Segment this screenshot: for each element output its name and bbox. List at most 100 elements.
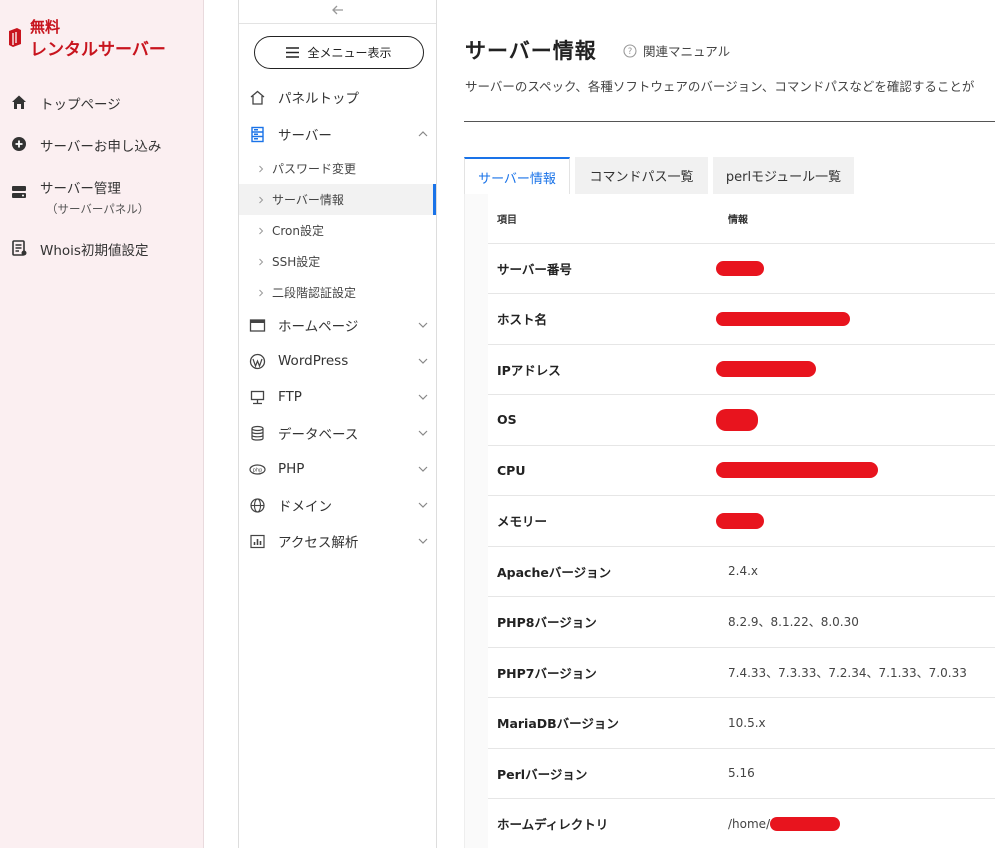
sub-item-server-info[interactable]: サーバー情報 xyxy=(239,184,436,215)
row-label: IPアドレス xyxy=(488,344,719,395)
row-label: Apacheバージョン xyxy=(488,546,719,597)
table-row: サーバー番号 xyxy=(488,243,995,294)
row-label: ホスト名 xyxy=(488,293,719,345)
column-header-item: 項目 xyxy=(488,194,719,244)
chevron-down-icon xyxy=(418,394,428,400)
row-label: MariaDBバージョン xyxy=(488,697,719,749)
divider xyxy=(239,23,436,24)
server-rack-icon xyxy=(251,126,264,142)
logo-line1: 無料 xyxy=(30,18,61,36)
row-label: Perlバージョン xyxy=(488,748,719,799)
nav-item-label: サーバー xyxy=(278,128,332,144)
plus-circle-icon xyxy=(12,137,26,151)
nav-item-access-analysis[interactable]: アクセス解析 xyxy=(249,531,431,551)
help-circle-icon: ? xyxy=(623,43,637,58)
nav-item-label: アクセス解析 xyxy=(278,535,359,551)
brand-nav-server-admin[interactable]: サーバー管理 （サーバーパネル） xyxy=(10,177,149,217)
redaction-mark xyxy=(716,408,758,431)
chevron-right-icon xyxy=(259,196,264,203)
divider xyxy=(464,121,995,122)
chevron-down-icon xyxy=(418,322,428,328)
globe-icon xyxy=(250,497,265,513)
svg-text:?: ? xyxy=(628,47,633,57)
arrow-left-icon[interactable] xyxy=(330,2,346,18)
home-outline-icon xyxy=(250,90,265,105)
row-value: 7.4.33、7.3.33、7.2.34、7.1.33、7.0.33 xyxy=(728,665,967,680)
hamburger-icon xyxy=(286,47,300,58)
sub-item-two-factor[interactable]: 二段階認証設定 xyxy=(239,277,436,308)
table-row: IPアドレス xyxy=(488,344,995,395)
nav-item-label: PHP xyxy=(278,461,305,477)
chevron-down-icon xyxy=(418,466,428,472)
row-value-cell: /home/ xyxy=(719,798,995,848)
server-icon xyxy=(12,186,26,198)
row-value: 10.5.x xyxy=(728,715,766,730)
row-value-cell: 10.5.x xyxy=(719,697,995,749)
browser-window-icon xyxy=(249,318,266,332)
row-value: 2.4.x xyxy=(728,564,758,579)
redaction-mark xyxy=(716,361,816,378)
brand-nav-label: Whois初期値設定 xyxy=(40,243,149,259)
nav-item-panel-top[interactable]: パネルトップ xyxy=(249,87,431,107)
row-value-cell xyxy=(716,243,995,294)
row-label: PHP7バージョン xyxy=(488,647,719,698)
nav-item-label: ドメイン xyxy=(278,499,332,515)
row-value-cell xyxy=(716,344,995,395)
table-row: PHP7バージョン 7.4.33、7.3.33、7.2.34、7.1.33、7.0… xyxy=(488,647,995,698)
wordpress-icon xyxy=(249,353,266,369)
redaction-mark xyxy=(770,817,841,831)
nav-item-wordpress[interactable]: WordPress xyxy=(249,351,431,371)
nav-item-label: ホームページ xyxy=(278,319,359,335)
row-value-cell: 5.16 xyxy=(719,748,995,799)
row-value-cell xyxy=(716,394,995,446)
nav-item-ftp[interactable]: FTP xyxy=(249,387,431,407)
nav-item-homepage[interactable]: ホームページ xyxy=(249,315,431,335)
related-manual-label: 関連マニュアル xyxy=(643,44,731,59)
sub-item-label: パスワード変更 xyxy=(272,162,357,176)
logo[interactable]: 無料 レンタルサーバー xyxy=(8,16,166,62)
home-icon xyxy=(12,95,26,109)
nav-item-server[interactable]: サーバー xyxy=(249,124,431,144)
table-row: メモリー xyxy=(488,495,995,547)
related-manual-link[interactable]: ? 関連マニュアル xyxy=(623,41,730,60)
nav-item-php[interactable]: php PHP xyxy=(249,459,431,479)
bar-chart-icon xyxy=(250,534,265,548)
chevron-down-icon xyxy=(418,430,428,436)
brand-nav-whois[interactable]: Whois初期値設定 xyxy=(10,239,148,259)
brand-nav-top-page[interactable]: トップページ xyxy=(10,93,121,113)
panel-nav: 全メニュー表示 パネルトップ サーバー パスワード変更 サーバー情報 Cron設… xyxy=(238,0,437,848)
tab-command-path[interactable]: コマンドパス一覧 xyxy=(575,157,708,194)
tab-perl-modules[interactable]: perlモジュール一覧 xyxy=(713,157,854,194)
nav-item-database[interactable]: データベース xyxy=(249,423,431,443)
tab-server-info[interactable]: サーバー情報 xyxy=(464,157,570,195)
chevron-down-icon xyxy=(418,502,428,508)
table-row: ホスト名 xyxy=(488,293,995,345)
row-value-cell xyxy=(716,293,995,345)
sub-item-password-change[interactable]: パスワード変更 xyxy=(239,153,436,184)
monitor-network-icon xyxy=(250,390,265,404)
table-row: PHP8バージョン 8.2.9、8.1.22、8.0.30 xyxy=(488,596,995,648)
brand-nav-label: トップページ xyxy=(40,97,121,113)
row-value-cell xyxy=(716,495,995,547)
nav-item-domain[interactable]: ドメイン xyxy=(249,495,431,515)
table-row: ホームディレクトリ/home/ xyxy=(488,798,995,848)
nav-item-label: データベース xyxy=(278,427,359,443)
sub-item-cron[interactable]: Cron設定 xyxy=(239,215,436,246)
redaction-mark xyxy=(716,312,850,326)
sub-item-label: SSH設定 xyxy=(272,255,321,269)
page-title: サーバー情報 xyxy=(465,39,597,63)
brand-sidebar: 無料 レンタルサーバー トップページ サーバーお申し込み サーバー管理 （サーバ… xyxy=(0,0,204,848)
brand-nav-sublabel: （サーバーパネル） xyxy=(46,202,150,216)
sub-item-label: サーバー情報 xyxy=(272,193,344,207)
table-row: CPU xyxy=(488,445,995,496)
nav-item-label: WordPress xyxy=(278,353,349,369)
row-label: CPU xyxy=(488,445,719,496)
brand-nav-order[interactable]: サーバーお申し込み xyxy=(10,135,161,155)
row-label: サーバー番号 xyxy=(488,243,719,294)
all-menu-button[interactable]: 全メニュー表示 xyxy=(254,36,424,69)
chevron-right-icon xyxy=(259,227,264,234)
logo-line2: レンタルサーバー xyxy=(30,40,166,60)
sub-item-ssh[interactable]: SSH設定 xyxy=(239,246,436,277)
redaction-mark xyxy=(716,512,764,529)
brand-nav-label: サーバー管理 xyxy=(40,181,121,197)
